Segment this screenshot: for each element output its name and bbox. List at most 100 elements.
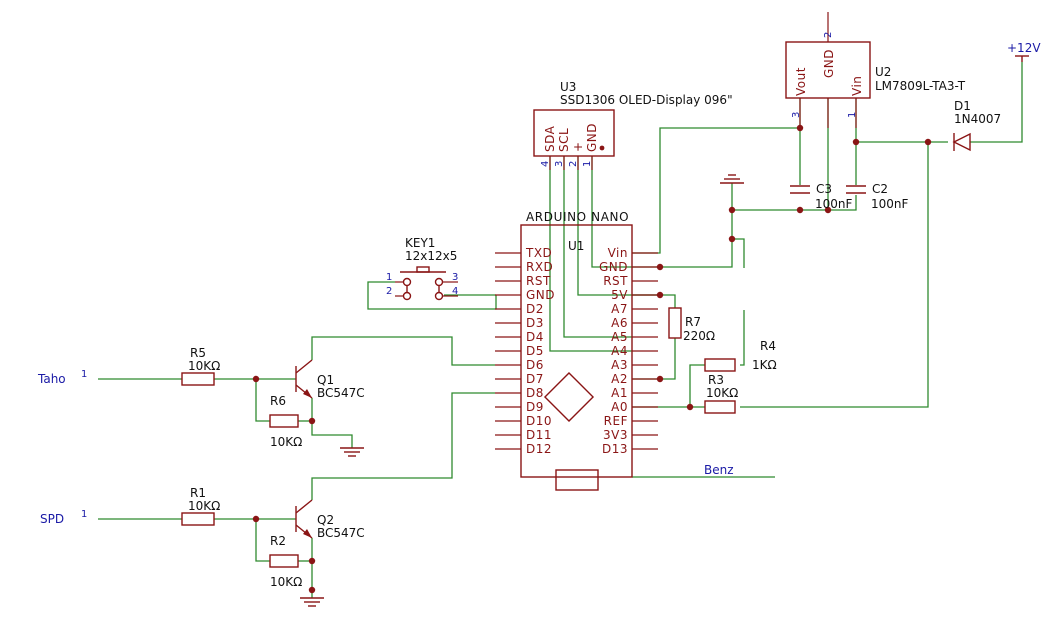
resistor-r7: R7 220Ω — [668, 307, 715, 343]
d1-ref: D1 — [954, 99, 971, 113]
u2-pinnum-3: 3 — [791, 112, 802, 118]
junction-dot — [728, 206, 736, 214]
oled-pin-number: 4 — [540, 161, 551, 167]
nano-right-pin-label: A3 — [611, 358, 628, 372]
resistor-r4: R4 1KΩ — [704, 339, 777, 372]
capacitor-c3: C3 100nF — [790, 182, 853, 211]
wire-gnd-drop — [632, 183, 733, 268]
nano-left-pin-label: RXD — [526, 260, 553, 274]
q2-value: BC547C — [317, 526, 365, 540]
switch-key1: KEY1 12x12x5 1 2 3 4 — [386, 236, 458, 301]
c2-value: 100nF — [871, 197, 909, 211]
r2-ref: R2 — [270, 534, 286, 548]
r6-ref: R6 — [270, 394, 286, 408]
u2-pin-vin: Vin — [850, 76, 864, 96]
r4-value: 1KΩ — [752, 358, 777, 372]
nano-right-pin-label: GND — [599, 260, 628, 274]
r5-value: 10KΩ — [188, 359, 220, 373]
oled-pin-label: + — [571, 141, 585, 152]
wire-r6 — [255, 379, 270, 422]
nano-left-pin-label: D3 — [526, 316, 544, 330]
resistor-r3: R3 10KΩ — [704, 373, 738, 414]
nano-right-pin-label: D13 — [602, 442, 628, 456]
oled-pin-label: SDA — [543, 125, 557, 152]
taho-pin: 1 — [81, 369, 87, 380]
nano-right-pin-label: Vin — [608, 246, 628, 260]
arduino-nano-u1: ARDUINO NANO U1 TXDRXDRSTGNDD2D3D4D5D6D7… — [495, 210, 658, 491]
nano-left-pin-label: TXD — [525, 246, 552, 260]
wire-r2 — [255, 519, 270, 562]
r7-value: 220Ω — [683, 329, 715, 343]
diode-d1: D1 1N4007 — [952, 99, 1001, 152]
r3-value: 10KΩ — [706, 386, 738, 400]
wire-r4-left — [689, 364, 705, 407]
u2-pinnum-1: 1 — [847, 112, 858, 118]
schematic-canvas: +12V D1 1N4007 Vout GND Vin 2 3 1 U2 LM7… — [37, 12, 1041, 607]
nano-left-pin-label: D2 — [526, 302, 544, 316]
nano-right-pin-label: A2 — [611, 372, 628, 386]
key1-ref: KEY1 — [405, 236, 435, 250]
junction-dot — [308, 417, 316, 425]
key1-pin-2: 2 — [386, 286, 392, 297]
nano-right-pin-label: A1 — [611, 386, 628, 400]
connector-taho: Taho 1 — [37, 369, 87, 386]
nano-left-pin-label: D7 — [526, 372, 544, 386]
junction-dot — [308, 557, 316, 565]
r6-value: 10KΩ — [270, 435, 302, 449]
wire-q1-emitter — [311, 398, 353, 448]
oled-pin-label: SCL — [557, 128, 571, 152]
wire-r7-a2 — [632, 338, 676, 380]
resistor-r5: R5 10KΩ — [181, 346, 220, 386]
wire-q2-collector — [311, 392, 495, 500]
nano-left-pin-label: D6 — [526, 358, 544, 372]
oled-pin-number: 3 — [554, 161, 565, 167]
r4-ref: R4 — [760, 339, 776, 353]
nano-right-pin-label: RST — [603, 274, 628, 288]
u3-ref: U3 — [560, 80, 576, 94]
nano-usb-connector — [555, 469, 599, 491]
junction-dot — [686, 403, 694, 411]
ground-symbol — [720, 174, 744, 184]
key1-pin-3: 3 — [452, 272, 458, 283]
connector-spd: SPD 1 — [40, 509, 87, 526]
junction-dot — [252, 515, 260, 523]
nano-left-pin-label: D4 — [526, 330, 544, 344]
power-12v-label: +12V — [1007, 41, 1041, 55]
ground-symbol — [340, 447, 364, 457]
oled-pin-number: 2 — [568, 161, 579, 167]
nano-left-pin-label: D5 — [526, 344, 544, 358]
wire-r4 — [740, 310, 745, 366]
oled-pin-number: 1 — [582, 161, 593, 167]
wire-q1-collector — [311, 336, 495, 366]
nano-right-pin-label: A0 — [611, 400, 628, 414]
junction-dot — [924, 138, 932, 146]
key1-value: 12x12x5 — [405, 249, 457, 263]
transistor-q1: Q1 BC547C — [295, 359, 365, 400]
nano-left-pin-label: RST — [526, 274, 551, 288]
c3-ref: C3 — [816, 182, 832, 196]
nano-ref: U1 — [568, 239, 584, 253]
nano-right-pin-label: 5V — [611, 288, 628, 302]
nano-left-pin-label: D12 — [526, 442, 552, 456]
c3-value: 100nF — [815, 197, 853, 211]
nano-right-pin-label: A6 — [611, 316, 628, 330]
wire-gnd-branch — [732, 238, 745, 268]
r1-ref: R1 — [190, 486, 206, 500]
nano-right-pin-label: A4 — [611, 344, 628, 358]
key1-pin-1: 1 — [386, 272, 392, 283]
r3-ref: R3 — [708, 373, 724, 387]
nano-right-pin-label: A7 — [611, 302, 628, 316]
resistor-r2: R2 10KΩ — [269, 534, 302, 589]
u2-ref: U2 — [875, 65, 891, 79]
resistor-r6: R6 10KΩ — [269, 394, 302, 449]
spd-pin: 1 — [81, 509, 87, 520]
nano-title: ARDUINO NANO — [526, 210, 629, 224]
r5-ref: R5 — [190, 346, 206, 360]
u2-value: LM7809L-TA3-T — [875, 79, 966, 93]
q2-ref: Q2 — [317, 513, 334, 527]
power-12v: +12V — [1007, 41, 1041, 62]
nano-right-pin-label: 3V3 — [603, 428, 628, 442]
u2-pin-vout: Vout — [794, 67, 808, 96]
spd-label: SPD — [40, 512, 64, 526]
nano-left-pin-label: D8 — [526, 386, 544, 400]
